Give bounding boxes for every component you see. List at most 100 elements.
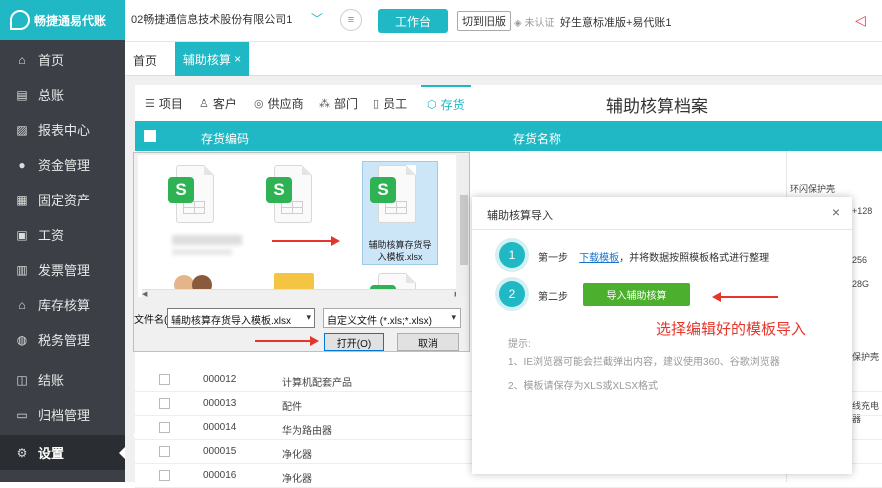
- sidebar-item-salary[interactable]: ▣ 工资: [0, 217, 125, 252]
- box-icon: ⬡: [427, 98, 437, 111]
- step-1-desc: ，并将数据按照模板格式进行整理: [619, 253, 770, 264]
- horizontal-scrollbar[interactable]: ◀▶: [142, 289, 456, 297]
- step-1-label: 第一步: [538, 253, 568, 264]
- close-icon[interactable]: ×: [832, 204, 840, 220]
- tab-project[interactable]: ☰ 项目: [145, 85, 183, 121]
- import-aux-button[interactable]: 导入辅助核算: [583, 283, 690, 306]
- archive-icon: ▭: [16, 407, 28, 422]
- edition-label: 好生意标准版+易代账1: [560, 17, 672, 29]
- excel-file-icon[interactable]: S: [266, 165, 312, 225]
- workbench-button[interactable]: 工作台: [378, 9, 448, 33]
- column-header-code[interactable]: 存货编码: [201, 130, 249, 147]
- user-icon: ♙: [199, 97, 209, 110]
- row-name: 华为路由器: [282, 426, 332, 437]
- row-name: 配件: [282, 402, 302, 413]
- ledger-icon: ▤: [16, 87, 28, 102]
- excel-file-icon[interactable]: S: [370, 165, 416, 225]
- cancel-button[interactable]: 取消: [397, 333, 459, 351]
- tab-label: 项目: [158, 96, 183, 111]
- tab-customer[interactable]: ♙ 客户: [199, 85, 237, 121]
- blurred-filename: [172, 249, 232, 255]
- row-checkbox[interactable]: [159, 422, 170, 433]
- row-checkbox[interactable]: [159, 374, 170, 385]
- filetype-value: 自定义文件 (*.xls;*.xlsx): [327, 316, 432, 327]
- cert-status-label: 未认证: [524, 18, 555, 29]
- filename-value: 辅助核算存货导入模板.xlsx: [171, 316, 291, 327]
- open-button[interactable]: 打开(O): [324, 333, 384, 351]
- scroll-left-icon[interactable]: ◀: [142, 290, 147, 297]
- row-checkbox[interactable]: [159, 446, 170, 457]
- switch-old-version-button[interactable]: 切到旧版: [457, 11, 511, 31]
- sidebar-item-label: 库存核算: [38, 298, 91, 313]
- tab-supplier[interactable]: ◎ 供应商: [254, 85, 304, 121]
- tab-employee[interactable]: ▯ 员工: [373, 85, 407, 121]
- tax-icon: ◍: [16, 332, 28, 347]
- sidebar-item-label: 发票管理: [38, 263, 91, 278]
- page-title: 辅助核算档案: [606, 97, 708, 116]
- tab-bar: 首页 辅助核算 ×: [125, 42, 882, 76]
- row-name: 净化器: [282, 474, 312, 485]
- sidebar-item-home[interactable]: ⌂ 首页: [0, 42, 125, 77]
- chevron-down-icon[interactable]: ﹀: [311, 10, 323, 27]
- close-icon[interactable]: ×: [234, 52, 241, 66]
- top-bar: 02畅捷通信息技术股份有限公司1 ﹀ ≡ 工作台 切到旧版 ◈ 未认证 好生意标…: [125, 0, 882, 42]
- menu-icon[interactable]: ≡: [340, 9, 362, 31]
- warehouse-icon: ⌂: [18, 297, 26, 312]
- sidebar-item-label: 税务管理: [38, 333, 91, 348]
- tab-inventory[interactable]: ⬡ 存货: [421, 85, 471, 121]
- step-1-text: 第一步 下载模板，并将数据按照模板格式进行整理: [538, 249, 769, 264]
- sidebar-item-invoice[interactable]: ▥ 发票管理: [0, 252, 125, 287]
- sidebar-item-label: 固定资产: [38, 193, 91, 208]
- selected-file-name: 辅助核算存货导入模板.xlsx: [368, 240, 432, 262]
- salary-icon: ▣: [16, 227, 28, 242]
- company-name[interactable]: 02畅捷通信息技术股份有限公司1: [131, 11, 292, 27]
- sidebar-item-funds[interactable]: ● 资金管理: [0, 147, 125, 182]
- money-icon: ●: [18, 157, 26, 172]
- sidebar-item-assets[interactable]: ▦ 固定资产: [0, 182, 125, 217]
- sidebar-item-label: 资金管理: [38, 158, 91, 173]
- scroll-thumb[interactable]: [460, 195, 468, 265]
- sidebar-item-settings[interactable]: ⚙ 设置: [0, 435, 125, 470]
- row-code: 000015: [203, 446, 237, 457]
- sidebar-item-reports[interactable]: ▨ 报表中心: [0, 112, 125, 147]
- annotation-arrow: [255, 336, 319, 346]
- scroll-right-icon[interactable]: ▶: [455, 290, 456, 297]
- row-checkbox[interactable]: [159, 470, 170, 481]
- list-icon: ☰: [145, 97, 155, 110]
- filename-input[interactable]: 辅助核算存货导入模板.xlsx ▾: [167, 308, 315, 328]
- excel-file-icon[interactable]: S: [168, 165, 214, 225]
- tab-label: 供应商: [267, 96, 304, 111]
- tab-aux-accounting[interactable]: 辅助核算 ×: [175, 42, 249, 76]
- sidebar-item-close-account[interactable]: ◫ 结账: [0, 362, 125, 397]
- collapse-arrow-icon[interactable]: [128, 430, 138, 440]
- brand-logo[interactable]: 畅捷通易代账: [0, 0, 125, 40]
- download-template-link[interactable]: 下载模板: [579, 253, 619, 264]
- row-name: 净化器: [282, 450, 312, 461]
- invoice-icon: ▥: [16, 262, 28, 277]
- chevron-down-icon[interactable]: ▾: [451, 312, 456, 323]
- select-all-checkbox[interactable]: [144, 130, 156, 142]
- step-2-label: 第二步: [538, 292, 568, 303]
- badge-icon: ▯: [373, 97, 380, 110]
- tab-label: 客户: [212, 96, 237, 111]
- sidebar-item-tax[interactable]: ◍ 税务管理: [0, 322, 125, 357]
- blurred-filename: [172, 235, 242, 245]
- sidebar-item-inventory[interactable]: ⌂ 库存核算: [0, 287, 125, 322]
- file-open-dialog: S S S 辅助核算存货导入模板.xlsx S ◀▶ 文件名(N): 辅助核算存…: [133, 152, 470, 352]
- tab-department[interactable]: ⁂ 部门: [319, 85, 358, 121]
- column-header-name[interactable]: 存货名称: [513, 130, 561, 147]
- sidebar-item-archive[interactable]: ▭ 归档管理: [0, 397, 125, 432]
- tab-label: 部门: [334, 96, 359, 111]
- speaker-icon[interactable]: ◁: [855, 12, 866, 29]
- row-checkbox[interactable]: [159, 398, 170, 409]
- vertical-scrollbar[interactable]: [459, 155, 469, 297]
- brand-name: 畅捷通易代账: [34, 13, 107, 28]
- sidebar-item-ledger[interactable]: ▤ 总账: [0, 77, 125, 112]
- dialog-header: 辅助核算导入 ×: [472, 197, 852, 230]
- tab-aux-label: 辅助核算: [182, 52, 231, 67]
- aux-type-tabs: ☰ 项目 ♙ 客户 ◎ 供应商 ⁂ 部门 ▯ 员工 ⬡ 存货: [135, 85, 882, 121]
- tab-home[interactable]: 首页: [133, 52, 157, 69]
- table-cell: 保护壳: [852, 352, 880, 362]
- filetype-select[interactable]: 自定义文件 (*.xls;*.xlsx) ▾: [323, 308, 461, 328]
- chevron-down-icon[interactable]: ▾: [306, 312, 311, 323]
